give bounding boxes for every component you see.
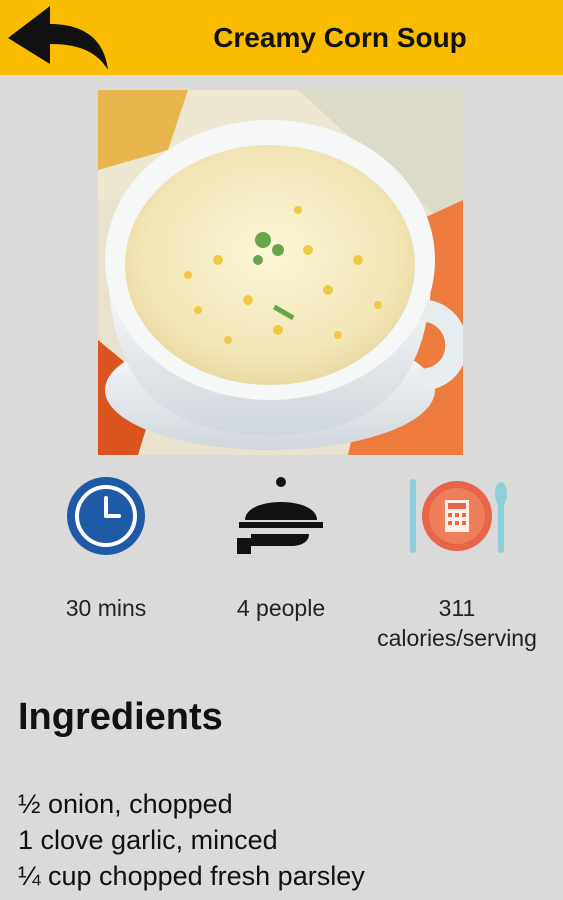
time-label: 30 mins — [65, 595, 147, 621]
list-item: ½ onion, chopped — [18, 789, 233, 819]
servings-label: 4 people — [236, 595, 326, 621]
page-title: Creamy Corn Soup — [213, 22, 467, 53]
calculator-plate-icon — [410, 479, 507, 553]
clock-icon — [67, 477, 145, 555]
app-header: Creamy Corn Soup — [0, 0, 563, 75]
recipe-image — [98, 90, 463, 455]
ingredients-list: ½ onion, chopped 1 clove garlic, minced … — [18, 786, 365, 894]
ingredients-title: Ingredients — [18, 696, 223, 738]
stat-servings: 4 people — [191, 476, 371, 623]
stat-calories: 311 calories/serving — [367, 476, 547, 653]
stat-time: 30 mins — [16, 476, 196, 623]
calories-value: 311 — [438, 595, 476, 621]
calories-unit: calories/serving — [377, 625, 537, 651]
back-button[interactable] — [6, 4, 112, 72]
serving-cloche-icon — [237, 477, 323, 554]
list-item: ¼ cup chopped fresh parsley — [18, 861, 365, 891]
calories-label: 311 calories/serving — [367, 593, 547, 653]
list-item: 1 clove garlic, minced — [18, 825, 278, 855]
back-arrow-icon — [8, 6, 108, 70]
